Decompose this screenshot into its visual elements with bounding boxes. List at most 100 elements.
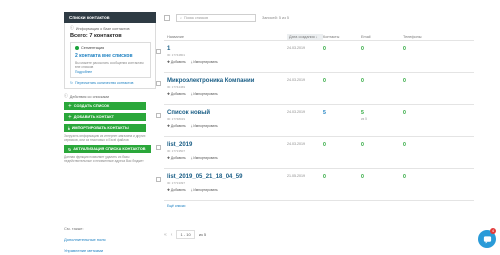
search-input[interactable]: ⌕ Поиск списков [176,14,256,22]
add-label: Добавить [170,92,186,96]
list-name-link[interactable]: list_2019 [167,142,287,148]
row-checkbox[interactable] [156,177,161,182]
plus-icon: ＋ [68,114,72,119]
add-contact-link[interactable]: ✚ Добавить [167,92,186,96]
add-user-icon: ✚ [167,188,170,192]
actions-caption: ⓘ Действия со списками [64,94,156,99]
download-icon: ⤓ [68,126,70,130]
import-link[interactable]: ⤓ Импортировать [191,156,218,160]
add-label: Добавить [170,188,186,192]
contacts-count[interactable]: 0 [323,78,361,104]
phone-count[interactable]: 0 [403,78,443,104]
contacts-count[interactable]: 0 [323,46,361,72]
import-label: Импортировать [193,188,218,192]
col-date[interactable]: Дата создания ↓ [287,33,323,40]
created-date: 21.05.2019 [287,174,305,178]
create-list-button[interactable]: ＋ СОЗДАТЬ СПИСОК [64,102,146,110]
plus-icon: ＋ [68,103,72,108]
list-name-link[interactable]: Список новый [167,110,287,116]
manage-tags-link[interactable]: Управление метками [64,248,106,253]
segment-link[interactable]: 2 контакта вне списков [75,53,147,59]
created-date: 24.03.2019 [287,46,305,50]
bottom-links: См. также: Дополнительные поля Управлени… [64,226,106,255]
contacts-count[interactable]: 5 [323,110,361,136]
download-icon: ⤓ [190,92,193,96]
phone-count[interactable]: 0 [403,46,443,72]
col-contacts[interactable]: Контакты [323,35,361,39]
row-checkbox[interactable] [156,145,161,150]
main-content: ⌕ Поиск списков Записей: 5 из 5 Название… [156,12,474,239]
import-label: Импортировать [193,92,218,96]
records-count: Записей: 5 из 5 [262,16,290,20]
select-all-checkbox[interactable] [164,15,170,21]
add-contact-button[interactable]: ＋ ДОБАВИТЬ КОНТАКТ [64,113,146,121]
email-count[interactable]: 0 [361,142,403,168]
list-name-link[interactable]: Микроэлектроника Компании [167,78,287,84]
contacts-count[interactable]: 0 [323,142,361,168]
download-icon: ⤓ [190,156,193,160]
info-caption-text: Информация о базе контактов [75,26,130,31]
import-link[interactable]: ⤓ Импортировать [191,60,218,64]
list-id: ID: 17744801 [167,53,186,57]
add-user-icon: ✚ [167,124,170,128]
list-name-link[interactable]: 1 [167,46,287,52]
add-contact-link[interactable]: ✚ Добавить [167,156,186,160]
prev-page-button[interactable]: ‹ [171,232,173,238]
sidebar-box: ⓘ Информация о базе контактов Всего: 7 к… [64,23,156,89]
table-header: Название Дата создания ↓ Контакты Email … [164,33,474,41]
search-placeholder: Поиск списков [184,16,209,20]
list-name-link[interactable]: list_2019_05_21_18_04_59 [167,174,287,180]
create-list-label: СОЗДАТЬ СПИСОК [73,104,110,108]
table-row: Список новый ID: 17748019 ✚ Добавить ⤓ Имп… [156,105,474,137]
email-count[interactable]: 0 [361,174,403,200]
created-date: 24.03.2019 [287,78,305,82]
import-contacts-label: ИМПОРТИРОВАТЬ КОНТАКТЫ [71,126,129,130]
col-name[interactable]: Название [167,35,287,39]
info-caption: ⓘ Информация о базе контактов [70,26,151,31]
per-page-select[interactable]: 1 - 10 [176,230,195,239]
recalc-link[interactable]: ↻ Пересчитать количество контактов [70,81,151,85]
row-checkbox[interactable] [156,81,161,86]
col-phone[interactable]: Телефоны [403,35,443,39]
import-link[interactable]: ⤓ Импортировать [191,124,218,128]
table-row: Микроэлектроника Компании ID: 17744469 ✚… [156,73,474,105]
row-checkbox[interactable] [156,113,161,118]
refresh-icon: ↻ [70,81,74,85]
download-icon: ⤓ [190,60,193,64]
email-count[interactable]: 5 [361,110,403,116]
actualize-button[interactable]: ↻ АКТУАЛИЗАЦИЯ СПИСКА КОНТАКТОВ [64,145,151,153]
phone-count[interactable]: 0 [403,142,443,168]
row-checkbox[interactable] [156,49,161,54]
add-user-icon: ✚ [167,92,170,96]
more-lists-link[interactable]: Ещё списки [164,204,474,208]
contacts-count[interactable]: 0 [323,174,361,200]
add-label: Добавить [170,124,186,128]
total-contacts: Всего: 7 контактов [70,33,122,39]
import-label: Импортировать [193,60,218,64]
phone-count[interactable]: 0 [403,110,443,136]
add-contact-link[interactable]: ✚ Добавить [167,124,186,128]
recalc-label: Пересчитать количество контактов [75,81,134,85]
list-id: ID: 17713397 [167,181,186,185]
add-label: Добавить [170,156,186,160]
download-icon: ⤓ [190,124,193,128]
import-link[interactable]: ⤓ Импортировать [191,188,218,192]
import-contacts-button[interactable]: ⤓ ИМПОРТИРОВАТЬ КОНТАКТЫ [64,124,146,132]
import-link[interactable]: ⤓ Импортировать [191,92,218,96]
extra-fields-link[interactable]: Дополнительные поля [64,237,106,242]
download-icon: ⤓ [190,188,193,192]
import-note: Загрузить информацию из интернет-магазин… [64,134,146,142]
phone-count[interactable]: 0 [403,174,443,200]
segment-more-link[interactable]: Подробнее [75,70,147,74]
page: Списки контактов ⓘ Информация о базе кон… [0,0,500,255]
segmentation-box: Сегментация 2 контакта вне списков Вы мо… [70,42,151,78]
email-count[interactable]: 0 [361,78,403,104]
add-contact-link[interactable]: ✚ Добавить [167,188,186,192]
add-user-icon: ✚ [167,156,170,160]
first-page-button[interactable]: « [164,232,167,238]
col-email[interactable]: Email [361,35,403,39]
page-total: из 5 [198,232,207,237]
toolbar: ⌕ Поиск списков Записей: 5 из 5 [164,12,474,24]
email-count[interactable]: 0 [361,46,403,72]
add-contact-link[interactable]: ✚ Добавить [167,60,186,64]
